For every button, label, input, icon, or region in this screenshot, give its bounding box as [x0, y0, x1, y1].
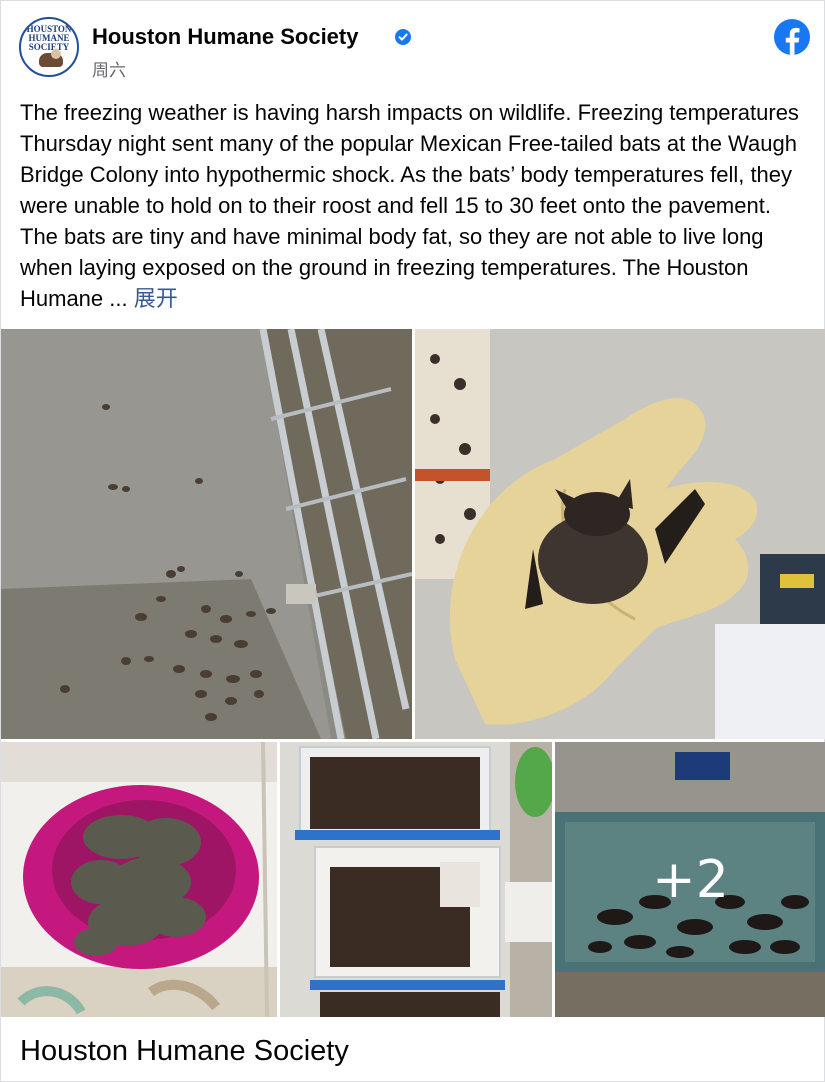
post-timestamp[interactable]: 周六: [92, 56, 126, 81]
post-body: The freezing weather is having harsh imp…: [20, 100, 799, 311]
avatar-logo-text: HOUSTON HUMANE SOCIETY: [26, 24, 72, 52]
post-header: HOUSTON HUMANE SOCIETY Houston Humane So…: [19, 17, 810, 81]
page-avatar[interactable]: HOUSTON HUMANE SOCIETY: [19, 17, 79, 77]
glove-photo-illustration: [415, 329, 825, 739]
bowl-photo-illustration: [1, 742, 277, 1017]
link-preview-title[interactable]: Houston Humane Society: [20, 1035, 349, 1068]
see-more-link[interactable]: 展开: [134, 286, 178, 311]
post-card: HOUSTON HUMANE SOCIETY Houston Humane So…: [0, 0, 825, 1082]
photo-gloved-hand-bat[interactable]: [415, 329, 825, 739]
more-photos-count[interactable]: +2: [555, 742, 825, 1017]
photo-bats-in-bowl[interactable]: [1, 742, 277, 1017]
bridge-photo-illustration: [1, 329, 412, 739]
post-body-text: The freezing weather is having harsh imp…: [20, 97, 810, 314]
photo-grid: +2: [1, 329, 825, 1017]
photo-incubator-more[interactable]: +2: [555, 742, 825, 1017]
facebook-logo-icon[interactable]: [774, 19, 810, 55]
photo-bats-in-bins[interactable]: [280, 742, 552, 1017]
avatar-cat-shape: [51, 49, 61, 59]
verified-badge-icon: [395, 29, 411, 45]
page-name[interactable]: Houston Humane Society: [92, 24, 358, 50]
photo-bridge-walkway[interactable]: [1, 329, 412, 739]
bins-photo-illustration: [280, 742, 552, 1017]
